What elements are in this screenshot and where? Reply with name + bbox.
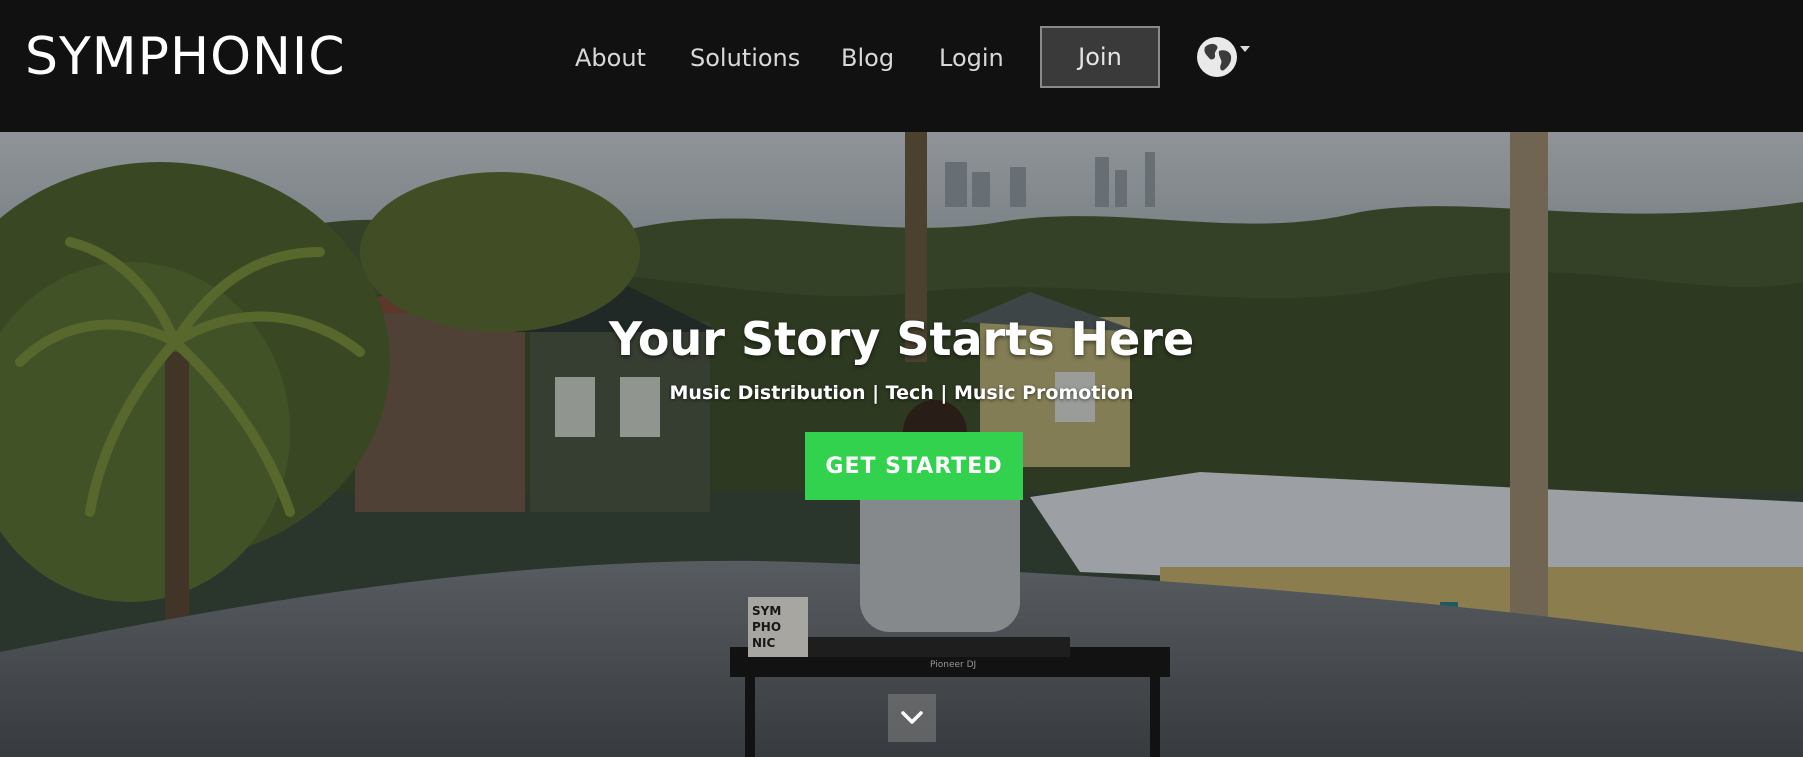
hero-section: SYM PHO NIC Pioneer DJ Your Story Starts…	[0, 132, 1803, 757]
nav-link-solutions[interactable]: Solutions	[690, 38, 800, 78]
top-navigation-bar: SYMPHONIC About Solutions Blog Login Joi…	[0, 0, 1803, 132]
hero-headline: Your Story Starts Here	[608, 312, 1195, 366]
symphonic-logo[interactable]: SYMPHONIC	[25, 29, 346, 85]
language-caret-icon[interactable]	[1240, 46, 1250, 52]
nav-link-blog[interactable]: Blog	[841, 38, 894, 78]
nav-link-about[interactable]: About	[575, 38, 646, 78]
nav-link-login[interactable]: Login	[939, 38, 1004, 78]
scroll-down-button[interactable]	[888, 694, 936, 742]
hero-subline: Music Distribution | Tech | Music Promot…	[669, 382, 1134, 404]
chevron-down-icon	[901, 711, 923, 724]
get-started-button[interactable]: GET STARTED	[805, 432, 1023, 500]
join-button[interactable]: Join	[1040, 26, 1160, 88]
globe-icon[interactable]	[1197, 37, 1237, 77]
